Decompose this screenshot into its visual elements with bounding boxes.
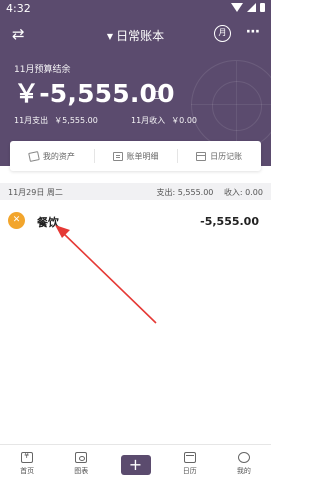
calendar-icon xyxy=(183,452,196,463)
nav-profile[interactable]: 我的 xyxy=(217,445,271,480)
nav-calendar[interactable]: 日历 xyxy=(163,445,217,480)
profile-icon xyxy=(237,452,250,463)
chart-icon xyxy=(75,452,88,463)
status-bar: 4:32 xyxy=(0,0,271,16)
tab-my-assets[interactable]: 我的资产 xyxy=(10,141,94,171)
bottom-nav: 首页 图表 + 日历 我的 xyxy=(0,444,271,480)
nav-chart[interactable]: 图表 xyxy=(54,445,108,480)
quick-tabs: 我的资产 账单明细 日历记账 xyxy=(10,141,261,171)
home-icon xyxy=(21,451,34,463)
tab-calendar-record[interactable]: 日历记账 xyxy=(177,141,261,171)
day-expense: 支出: 5,555.00 xyxy=(156,188,214,197)
signal-icon xyxy=(247,3,256,12)
fork-knife-icon: ✕ xyxy=(8,212,25,229)
more-icon[interactable]: ⋯ xyxy=(246,24,261,40)
battery-icon xyxy=(260,3,265,12)
month-icon[interactable]: 月 xyxy=(214,25,231,42)
tab-bill-details[interactable]: 账单明细 xyxy=(93,141,178,171)
add-icon: + xyxy=(120,455,151,475)
wifi-icon xyxy=(231,3,243,12)
wallet-icon xyxy=(28,150,40,162)
nav-add[interactable]: + xyxy=(108,445,162,480)
status-time: 4:32 xyxy=(6,2,31,15)
calendar-icon xyxy=(196,151,207,161)
month-expense: 11月支出 ￥5,555.00 xyxy=(14,116,98,125)
transaction-row[interactable]: ✕ 餐饮 -5,555.00 xyxy=(0,206,271,236)
month-income: 11月收入 ￥0.00 xyxy=(131,116,197,125)
list-icon xyxy=(112,151,123,161)
transaction-amount: -5,555.00 xyxy=(200,215,259,228)
day-summary-row: 11月29日 周二 支出: 5,555.00 收入: 0.00 xyxy=(0,183,271,200)
budget-amount: ￥-5,555.00 xyxy=(14,79,175,108)
ferris-wheel-decoration xyxy=(191,60,271,151)
book-title: 日常账本 xyxy=(116,29,165,43)
transaction-category: 餐饮 xyxy=(37,216,59,229)
top-bar: ⇄ ▼ 日常账本 月 ⋯ xyxy=(0,22,271,48)
caret-down-icon: ▼ xyxy=(106,32,114,41)
day-income: 收入: 0.00 xyxy=(223,188,263,197)
edit-icon[interactable] xyxy=(154,91,162,99)
nav-home[interactable]: 首页 xyxy=(0,445,54,480)
day-date: 11月29日 周二 xyxy=(8,188,63,197)
